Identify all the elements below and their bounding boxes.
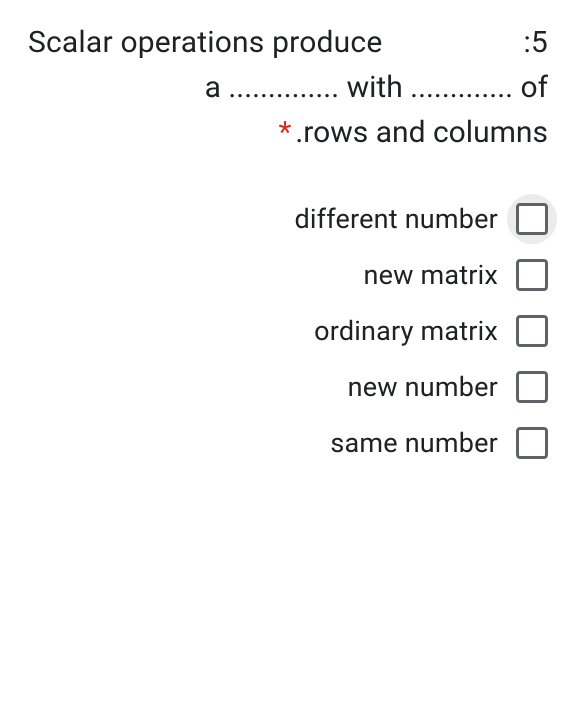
option-label: same number bbox=[330, 427, 498, 459]
checkbox[interactable] bbox=[516, 371, 548, 403]
checkbox[interactable] bbox=[516, 427, 548, 459]
option-row[interactable]: ordinary matrix bbox=[28, 315, 548, 347]
question-line-2: a .............. with ............. of bbox=[28, 65, 548, 110]
checkbox[interactable] bbox=[516, 259, 548, 291]
required-indicator: * bbox=[278, 115, 291, 150]
option-label: ordinary matrix bbox=[314, 315, 498, 347]
option-row[interactable]: new number bbox=[28, 371, 548, 403]
question-text-line1: Scalar operations produce bbox=[28, 20, 382, 65]
option-row[interactable]: same number bbox=[28, 427, 548, 459]
option-row[interactable]: new matrix bbox=[28, 259, 548, 291]
options-list: different number new matrix ordinary mat… bbox=[28, 203, 548, 459]
question-line-3: *.rows and columns bbox=[28, 110, 548, 155]
checkbox[interactable] bbox=[516, 203, 548, 235]
checkbox[interactable] bbox=[516, 315, 548, 347]
option-label: new number bbox=[348, 371, 498, 403]
option-row[interactable]: different number bbox=[28, 203, 548, 235]
question-text-line2: a .............. with ............. of bbox=[205, 70, 548, 105]
question-line-1: Scalar operations produce :5 bbox=[28, 20, 548, 65]
option-label: new matrix bbox=[363, 259, 498, 291]
question-block: Scalar operations produce :5 a .........… bbox=[28, 20, 548, 155]
option-label: different number bbox=[294, 203, 498, 235]
question-number: :5 bbox=[523, 20, 548, 65]
question-text-line3: .rows and columns bbox=[295, 115, 548, 150]
